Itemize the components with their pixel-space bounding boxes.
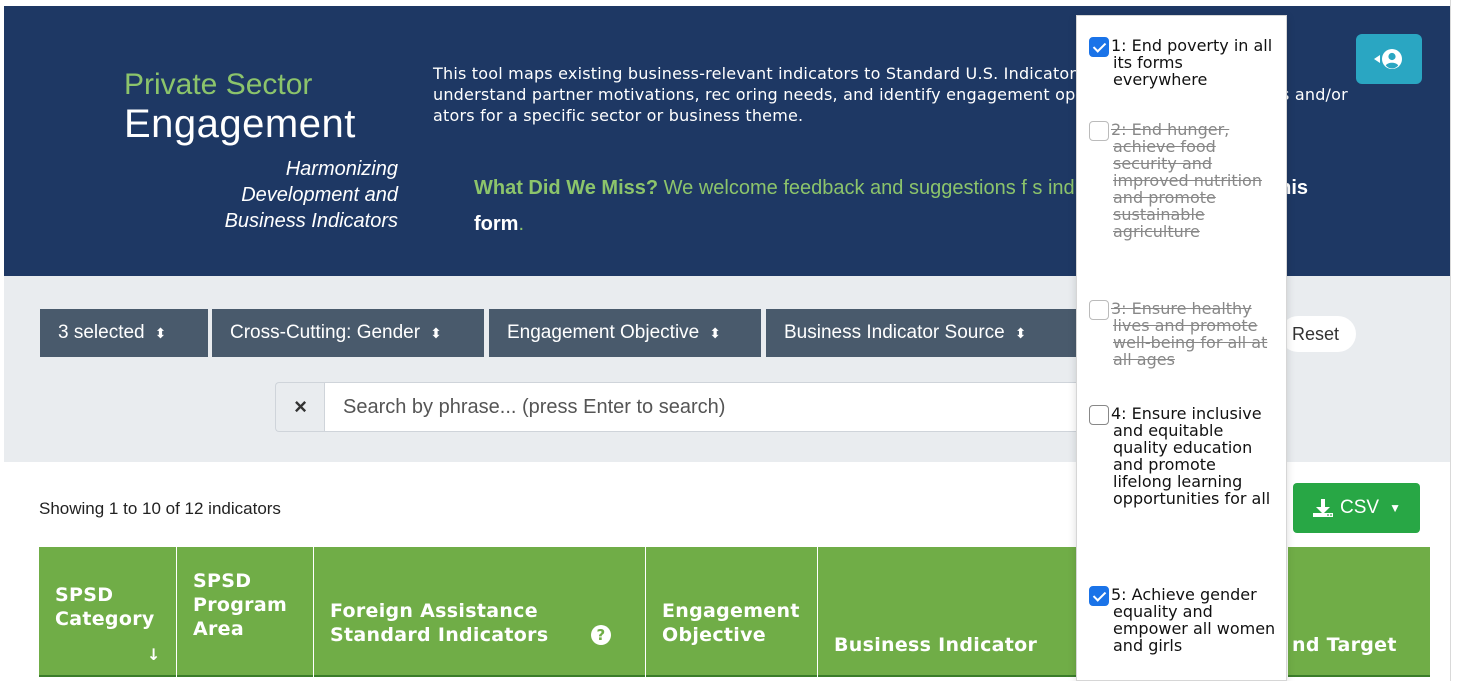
checkbox-checked[interactable]: [1089, 37, 1109, 57]
user-login-icon: [1374, 49, 1402, 69]
reset-button[interactable]: Reset: [1280, 316, 1356, 352]
option-label: 1: End poverty in all its forms everywhe…: [1111, 36, 1273, 89]
checkbox-unchecked[interactable]: [1089, 405, 1109, 425]
checkbox-unchecked: [1089, 121, 1109, 141]
dropdown-option: 2: End hunger, achieve food security and…: [1089, 121, 1279, 240]
brand-tagline: Harmonizing Development and Business Ind…: [224, 158, 398, 232]
close-icon: ×: [294, 394, 307, 419]
column-header-foreign-assistance-indicators[interactable]: Foreign Assistance Standard Indicators ?: [314, 547, 646, 677]
scrollbar-track[interactable]: [1450, 0, 1458, 681]
csv-label: CSV: [1340, 497, 1380, 518]
filter-label: Engagement Objective: [507, 322, 700, 343]
brand-line1: Private Sector: [124, 68, 313, 101]
csv-export-button[interactable]: CSV ▼: [1293, 483, 1420, 533]
option-label: 5: Achieve gender equality and empower a…: [1111, 585, 1276, 655]
column-header-sdg-target[interactable]: nd Target: [1287, 547, 1430, 677]
column-header-spsd-category[interactable]: SPSD Category ↓: [39, 547, 177, 677]
sort-caret-icon: ⬍: [1014, 324, 1027, 341]
column-header-label: Business Indicator: [834, 634, 1038, 656]
filter-label: 3 selected: [58, 322, 145, 343]
column-header-label: SPSD Program Area: [193, 570, 288, 640]
caret-down-icon: ▼: [1389, 501, 1401, 515]
column-header-business-indicator[interactable]: Business Indicator: [818, 547, 1118, 677]
column-header-label: SPSD Category: [55, 584, 155, 630]
search-clear-button[interactable]: ×: [275, 382, 325, 432]
sdg-filter-select[interactable]: 3 selected ⬍: [40, 309, 208, 357]
filter-label: Business Indicator Source: [784, 322, 1005, 343]
search-input[interactable]: [324, 382, 1084, 432]
login-button[interactable]: [1356, 34, 1422, 84]
option-label: 3: Ensure healthy lives and promote well…: [1111, 299, 1268, 369]
option-label: 2: End hunger, achieve food security and…: [1111, 120, 1262, 241]
sdg-multiselect-dropdown: 1: End poverty in all its forms everywhe…: [1076, 15, 1287, 681]
dropdown-option[interactable]: 5: Achieve gender equality and empower a…: [1089, 586, 1279, 654]
option-label: 4: Ensure inclusive and equitable qualit…: [1111, 404, 1271, 508]
sort-caret-icon: ⬍: [709, 324, 721, 341]
dropdown-option[interactable]: 1: End poverty in all its forms everywhe…: [1089, 37, 1279, 88]
column-header-label: Engagement Objective: [662, 600, 800, 646]
sort-caret-icon: ⬍: [154, 324, 167, 341]
cross-cutting-filter-select[interactable]: Cross-Cutting: Gender ⬍: [212, 309, 484, 357]
column-header-label: nd Target: [1292, 634, 1397, 656]
sort-caret-icon: ⬍: [430, 324, 442, 341]
brand-line2: Engagement: [124, 102, 356, 146]
column-header-spsd-program-area[interactable]: SPSD Program Area: [177, 547, 314, 677]
business-indicator-source-filter-select[interactable]: Business Indicator Source ⬍: [766, 309, 1076, 357]
dropdown-option: 3: Ensure healthy lives and promote well…: [1089, 300, 1279, 368]
checkbox-checked[interactable]: [1089, 586, 1109, 606]
feedback-end: .: [518, 213, 525, 235]
page: Private Sector Engagement Harmonizing De…: [0, 0, 1458, 681]
results-count: Showing 1 to 10 of 12 indicators: [39, 499, 281, 518]
reset-label: Reset: [1292, 323, 1340, 344]
column-header-label: Foreign Assistance Standard Indicators: [330, 600, 549, 646]
download-icon: [1313, 499, 1334, 517]
checkbox-unchecked: [1089, 300, 1109, 320]
dropdown-option[interactable]: 4: Ensure inclusive and equitable qualit…: [1089, 405, 1279, 507]
column-header-engagement-objective[interactable]: Engagement Objective: [646, 547, 818, 677]
engagement-objective-filter-select[interactable]: Engagement Objective ⬍: [489, 309, 761, 357]
filter-label: Cross-Cutting: Gender: [230, 322, 421, 343]
feedback-lead: What Did We Miss?: [474, 177, 659, 199]
sort-arrow-icon: ↓: [147, 645, 161, 664]
help-icon[interactable]: ?: [591, 625, 611, 645]
